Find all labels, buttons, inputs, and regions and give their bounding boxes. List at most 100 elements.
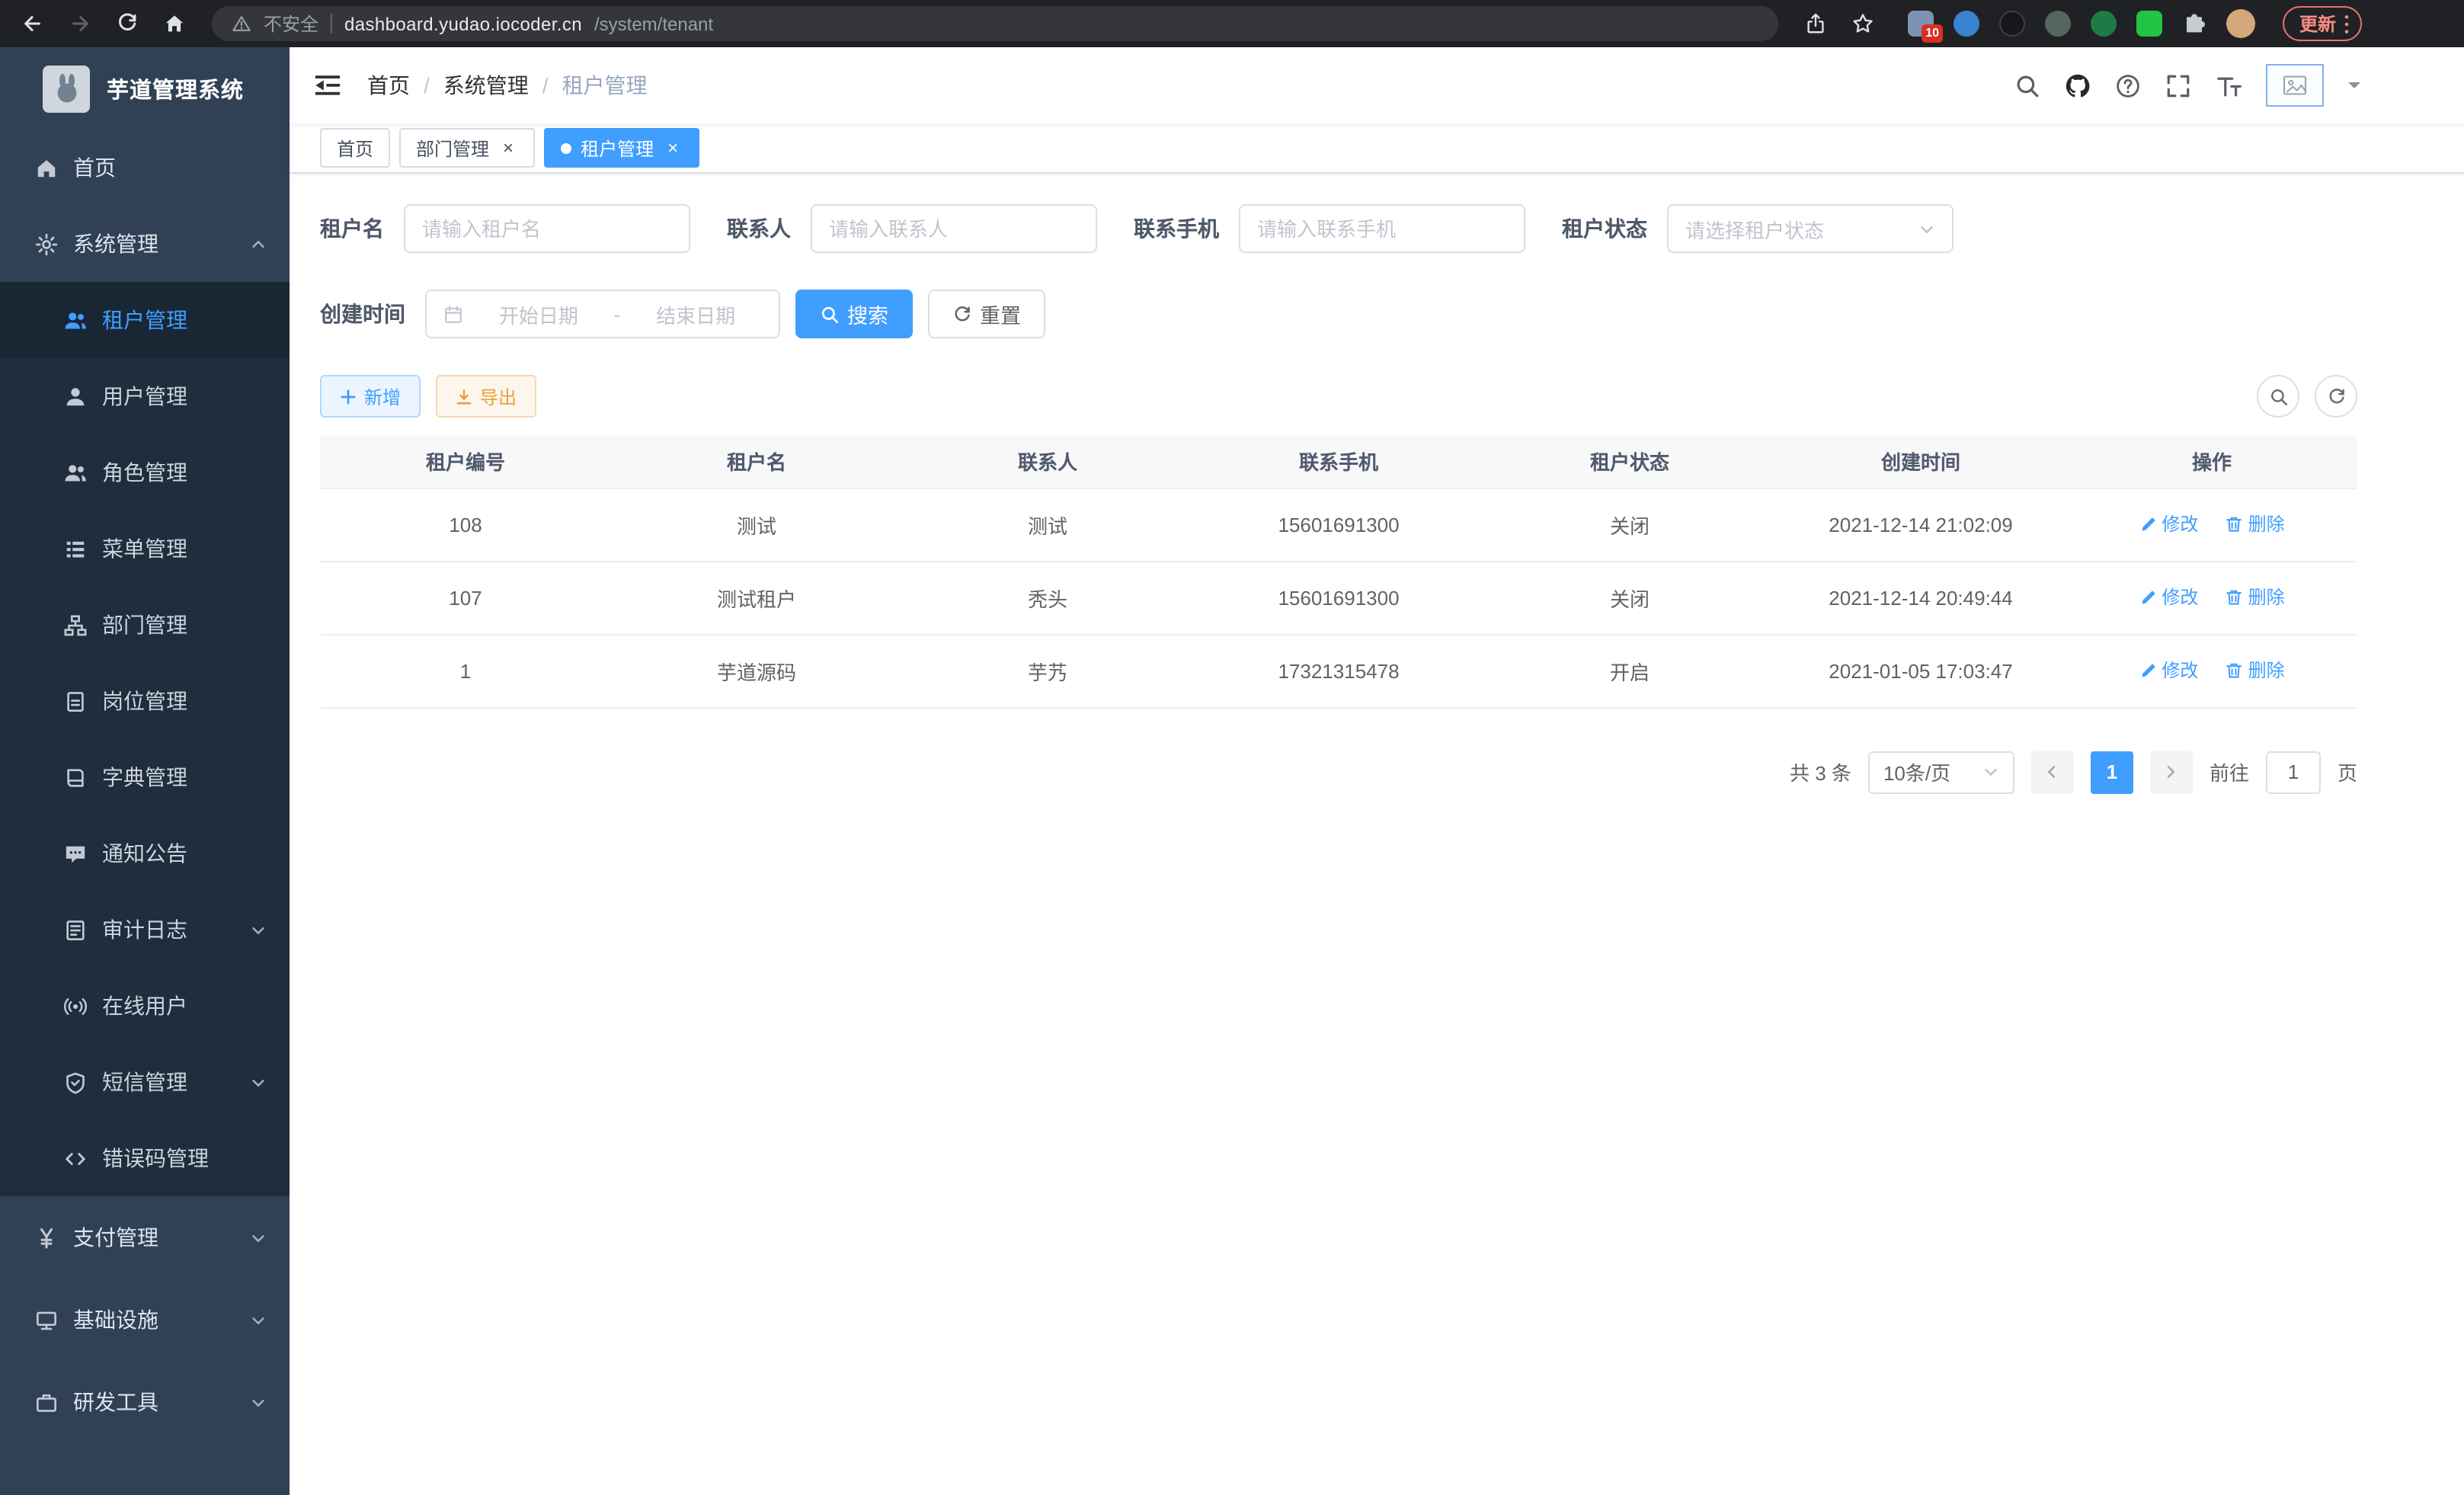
breadcrumb-home[interactable]: 首页 bbox=[367, 70, 410, 101]
goto-label: 前往 bbox=[2210, 757, 2249, 786]
reload-button[interactable] bbox=[107, 3, 148, 44]
app-logo[interactable]: 芋道管理系统 bbox=[0, 47, 290, 130]
prev-page-button[interactable] bbox=[2031, 751, 2074, 793]
export-button[interactable]: 导出 bbox=[436, 375, 536, 418]
extension-icon[interactable] bbox=[1999, 11, 2025, 37]
github-link[interactable] bbox=[2065, 72, 2091, 98]
delete-button[interactable]: 删除 bbox=[2226, 584, 2285, 610]
edit-button[interactable]: 修改 bbox=[2139, 511, 2198, 537]
sidebar-item-payment[interactable]: 支付管理 bbox=[0, 1196, 290, 1279]
tenant-name-input[interactable] bbox=[422, 217, 672, 240]
share-button[interactable] bbox=[1795, 3, 1836, 44]
add-button[interactable]: 新增 bbox=[320, 375, 421, 418]
forward-icon bbox=[69, 12, 91, 35]
sidebar-item-system[interactable]: 系统管理 bbox=[0, 206, 290, 282]
url-bar[interactable]: 不安全 dashboard.yudao.iocoder.cn/system/te… bbox=[212, 6, 1778, 41]
sidebar-item-audit-log[interactable]: 审计日志 bbox=[0, 892, 290, 968]
search-icon bbox=[2014, 72, 2040, 98]
pagination-total: 共 3 条 bbox=[1790, 757, 1851, 786]
sidebar-item-post[interactable]: 岗位管理 bbox=[0, 663, 290, 739]
sidebar-item-user[interactable]: 用户管理 bbox=[0, 358, 290, 434]
extensions-menu-button[interactable] bbox=[2182, 11, 2206, 36]
security-label: 不安全 bbox=[264, 11, 318, 37]
sidebar-collapse-button[interactable] bbox=[312, 70, 343, 101]
extension-icon[interactable] bbox=[2136, 11, 2162, 37]
sidebar-item-tenant[interactable]: 租户管理 bbox=[0, 282, 290, 358]
page-size-select[interactable]: 10条/页 bbox=[1868, 751, 2014, 793]
document-icon bbox=[64, 918, 87, 941]
sidebar-item-online-users[interactable]: 在线用户 bbox=[0, 968, 290, 1044]
bookmark-star-button[interactable] bbox=[1842, 3, 1883, 44]
refresh-icon bbox=[952, 304, 972, 324]
delete-button[interactable]: 删除 bbox=[2226, 511, 2285, 537]
pencil-icon bbox=[2139, 661, 2157, 680]
tenant-status-select[interactable]: 请选择租户状态 bbox=[1667, 204, 1954, 253]
main-area: 首页 / 系统管理 / 租户管理 首页 部门管理× bbox=[290, 47, 2464, 1495]
extension-icon[interactable] bbox=[2091, 11, 2117, 37]
org-tree-icon bbox=[64, 613, 87, 636]
edit-button[interactable]: 修改 bbox=[2139, 658, 2198, 683]
download-icon bbox=[456, 388, 472, 405]
home-button[interactable] bbox=[154, 3, 195, 44]
extension-icon[interactable] bbox=[2045, 11, 2071, 37]
contact-input[interactable] bbox=[829, 217, 1079, 240]
extension-badge: 10 bbox=[1922, 24, 1943, 43]
tab-dept[interactable]: 部门管理× bbox=[399, 128, 535, 168]
fullscreen-button[interactable] bbox=[2165, 72, 2191, 98]
chevron-down-icon bbox=[250, 1311, 267, 1328]
page-content: 租户名 联系人 联系手机 租户状态 请选择租户状态 bbox=[290, 174, 2464, 1495]
chevron-down-icon bbox=[250, 1229, 267, 1246]
help-button[interactable] bbox=[2115, 72, 2141, 98]
sidebar-item-sms[interactable]: 短信管理 bbox=[0, 1044, 290, 1120]
column-phone: 联系手机 bbox=[1193, 436, 1484, 488]
close-icon[interactable]: × bbox=[663, 139, 683, 157]
sidebar-item-infrastructure[interactable]: 基础设施 bbox=[0, 1279, 290, 1361]
sidebar-item-dict[interactable]: 字典管理 bbox=[0, 739, 290, 815]
user-avatar[interactable] bbox=[2266, 64, 2324, 107]
profile-avatar[interactable] bbox=[2226, 9, 2255, 38]
header-search-button[interactable] bbox=[2014, 72, 2040, 98]
breadcrumb-system[interactable]: 系统管理 bbox=[443, 70, 529, 101]
extension-icon[interactable] bbox=[1954, 11, 1979, 37]
header-actions bbox=[2014, 64, 2360, 107]
sidebar-item-notice[interactable]: 通知公告 bbox=[0, 815, 290, 892]
font-size-button[interactable] bbox=[2216, 72, 2242, 98]
search-icon bbox=[820, 304, 840, 324]
browser-update-button[interactable]: 更新 bbox=[2283, 6, 2362, 41]
phone-input[interactable] bbox=[1257, 217, 1507, 240]
sidebar-item-menu[interactable]: 菜单管理 bbox=[0, 511, 290, 587]
tab-tenant[interactable]: 租户管理× bbox=[544, 128, 699, 168]
sidebar-item-dept[interactable]: 部门管理 bbox=[0, 587, 290, 663]
forward-button[interactable] bbox=[59, 3, 101, 44]
chevron-left-icon bbox=[2044, 764, 2061, 780]
next-page-button[interactable] bbox=[2150, 751, 2193, 793]
sidebar-item-home[interactable]: 首页 bbox=[0, 130, 290, 206]
date-separator: - bbox=[614, 303, 621, 325]
question-icon bbox=[2115, 72, 2141, 98]
toggle-search-button[interactable] bbox=[2257, 375, 2299, 418]
goto-page-input[interactable] bbox=[2266, 751, 2321, 793]
update-label: 更新 bbox=[2299, 11, 2336, 37]
date-start-placeholder: 开始日期 bbox=[472, 299, 605, 328]
create-time-range-picker[interactable]: 开始日期 - 结束日期 bbox=[425, 290, 780, 338]
app: 芋道管理系统 首页 系统管理 租户管理 用户管理 bbox=[0, 47, 2464, 1495]
sidebar-item-role[interactable]: 角色管理 bbox=[0, 434, 290, 511]
back-button[interactable] bbox=[12, 3, 53, 44]
sidebar-item-error-code[interactable]: 错误码管理 bbox=[0, 1120, 290, 1196]
table-header-row: 租户编号 租户名 联系人 联系手机 租户状态 创建时间 操作 bbox=[320, 436, 2357, 488]
search-button[interactable]: 搜索 bbox=[795, 290, 913, 338]
sidebar-item-dev-tools[interactable]: 研发工具 bbox=[0, 1361, 290, 1443]
avatar-dropdown-caret[interactable] bbox=[2348, 82, 2360, 94]
close-icon[interactable]: × bbox=[498, 139, 518, 157]
github-icon bbox=[2065, 72, 2091, 98]
delete-button[interactable]: 删除 bbox=[2226, 658, 2285, 683]
edit-button[interactable]: 修改 bbox=[2139, 584, 2198, 610]
tab-home[interactable]: 首页 bbox=[320, 128, 390, 168]
pencil-icon bbox=[2139, 588, 2157, 607]
broken-image-icon bbox=[2283, 75, 2307, 96]
refresh-table-button[interactable] bbox=[2315, 375, 2357, 418]
reset-button[interactable]: 重置 bbox=[928, 290, 1045, 338]
column-tenant-id: 租户编号 bbox=[320, 436, 611, 488]
extension-icon[interactable]: 10 bbox=[1908, 11, 1934, 37]
page-number-button[interactable]: 1 bbox=[2091, 751, 2133, 793]
